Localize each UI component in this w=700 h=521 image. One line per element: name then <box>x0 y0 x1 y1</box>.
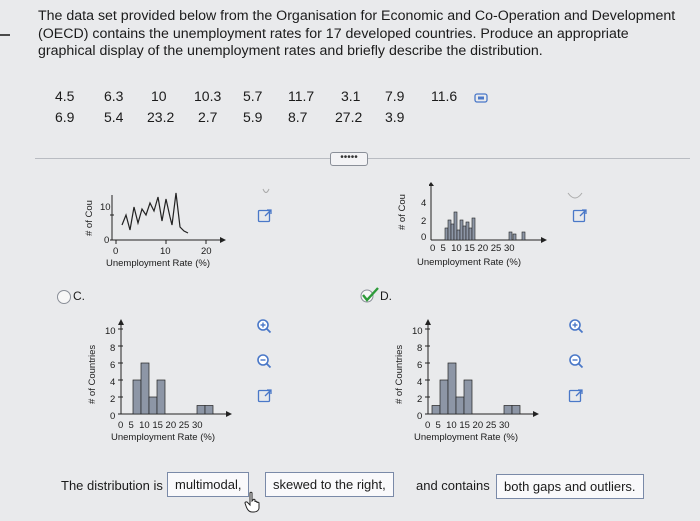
partial-element-icon <box>262 184 270 194</box>
plot-c-bar <box>148 396 158 415</box>
plot-d-xticks: 0 5 10 15 20 25 30 <box>425 420 510 431</box>
plot-d-ytick: 8 <box>417 343 423 354</box>
plot-d-bar <box>455 396 465 415</box>
expand-button[interactable]: ••••• <box>330 152 368 166</box>
data-value: 3.1 <box>341 88 361 104</box>
left-edge-marker <box>0 34 10 36</box>
plot-c-ytick: 10 <box>105 326 116 337</box>
plot-c-ytick: 8 <box>110 343 116 354</box>
zoom-out-c-icon[interactable] <box>256 353 272 369</box>
data-value: 5.9 <box>243 109 263 125</box>
plot-c-ytick: 6 <box>110 360 116 371</box>
plot-a-canvas <box>110 192 226 244</box>
plot-b-xlabel: Unemployment Rate (%) <box>417 257 522 268</box>
data-value: 5.4 <box>104 109 124 125</box>
option-c-plot: # of Countries 10 8 6 4 2 0 0 5 10 15 20… <box>85 312 245 447</box>
plot-a-xtick: 20 <box>201 246 212 257</box>
plot-d-y-arrow <box>425 319 431 325</box>
option-d-label: D. <box>380 289 392 303</box>
plot-d-bar <box>463 379 473 415</box>
copy-data-icon[interactable] <box>474 90 488 103</box>
option-d-radio-checked[interactable] <box>359 286 381 304</box>
plot-d-ytick: 2 <box>417 394 423 405</box>
expand-plot-c-icon[interactable] <box>257 388 273 404</box>
data-value: 11.6 <box>431 88 458 104</box>
expand-plot-b-icon[interactable] <box>572 208 588 224</box>
plot-c-canvas <box>118 319 232 417</box>
hand-cursor-icon <box>244 491 262 513</box>
answer-prefix: The distribution is <box>61 478 163 493</box>
answer-dropdown-1[interactable]: multimodal, <box>167 472 250 497</box>
plot-b-ytick: 4 <box>421 198 427 209</box>
plot-d-ylabel: # of Countries <box>394 344 405 404</box>
plot-d-canvas <box>425 319 539 417</box>
zoom-in-d-icon[interactable] <box>568 318 584 334</box>
data-value: 10.3 <box>194 88 222 104</box>
plot-a-xtick: 10 <box>160 246 171 257</box>
plot-c-ylabel: # of Countries <box>87 344 98 404</box>
data-value: 2.7 <box>198 109 218 125</box>
plot-d-ytick: 0 <box>417 411 423 422</box>
data-value: 6.3 <box>104 88 124 104</box>
plot-b-canvas <box>429 182 547 243</box>
data-value: 5.7 <box>243 88 263 104</box>
plot-d-bar <box>503 405 513 415</box>
data-value: 23.2 <box>147 109 175 125</box>
plot-d-x-arrow <box>533 411 539 417</box>
plot-a-xlabel: Unemployment Rate (%) <box>106 258 211 269</box>
plot-c-bar <box>140 362 150 415</box>
plot-d-xlabel: Unemployment Rate (%) <box>414 432 519 443</box>
data-value: 7.9 <box>385 88 405 104</box>
plot-a-ylabel: # of Cou <box>84 200 95 236</box>
plot-c-xticks: 0 5 10 15 20 25 30 <box>118 420 203 431</box>
answer-middle: and contains <box>416 478 490 493</box>
data-value: 11.7 <box>288 88 315 104</box>
plot-c-bar <box>132 379 142 415</box>
plot-a-xtick: 0 <box>113 246 119 257</box>
option-c-radio[interactable] <box>57 290 71 304</box>
expand-plot-d-icon[interactable] <box>568 388 584 404</box>
question-text: The data set provided below from the Org… <box>38 8 676 59</box>
plot-b-ytick: 0 <box>421 232 427 243</box>
plot-d-ytick: 6 <box>417 360 423 371</box>
plot-d-ytick: 4 <box>417 377 423 388</box>
plot-c-ytick: 2 <box>110 394 116 405</box>
plot-c-xlabel: Unemployment Rate (%) <box>111 432 216 443</box>
data-value: 10 <box>151 88 167 104</box>
answer-dropdown-3[interactable]: both gaps and outliers. <box>496 474 644 499</box>
option-c-label: C. <box>73 289 85 303</box>
plot-c-bar <box>196 405 206 415</box>
option-b-plot: # of Cou 4 2 0 0 5 10 15 20 25 30 Unempl… <box>395 180 555 275</box>
plot-c-ytick: 0 <box>110 411 116 422</box>
plot-d-ytick: 10 <box>412 326 423 337</box>
plot-c-ytick: 4 <box>110 377 116 388</box>
plot-d-bar <box>431 405 441 415</box>
data-value: 3.9 <box>385 109 405 125</box>
plot-a-ytick-zero: 0 <box>104 235 110 246</box>
plot-a-ytick: 10 <box>100 202 111 213</box>
plot-c-y-arrow <box>118 319 124 325</box>
option-a-plot: # of Cou 10 0 0 10 20 Unemployment Rate … <box>80 180 240 275</box>
zoom-in-c-icon[interactable] <box>256 318 272 334</box>
plot-b-ytick: 2 <box>421 216 427 227</box>
plot-c-bar <box>204 405 214 415</box>
data-value: 8.7 <box>288 109 308 125</box>
plot-b-ylabel: # of Cou <box>397 194 408 230</box>
plot-d-bar <box>511 405 521 415</box>
data-value: 27.2 <box>335 109 363 125</box>
plot-d-bar <box>447 362 457 415</box>
answer-dropdown-2[interactable]: skewed to the right, <box>265 472 394 497</box>
data-value: 6.9 <box>55 109 75 125</box>
option-d-plot: # of Countries 10 8 6 4 2 0 0 5 10 15 20… <box>392 312 552 447</box>
zoom-out-d-icon[interactable] <box>568 353 584 369</box>
plot-d-bar <box>439 379 449 415</box>
plot-b-xticks: 0 5 10 15 20 25 30 <box>430 243 515 254</box>
plot-c-bar <box>156 379 166 415</box>
data-value: 4.5 <box>55 88 75 104</box>
plot-c-x-arrow <box>226 411 232 417</box>
expand-plot-a-icon[interactable] <box>257 208 273 224</box>
partial-element-icon <box>566 188 584 199</box>
